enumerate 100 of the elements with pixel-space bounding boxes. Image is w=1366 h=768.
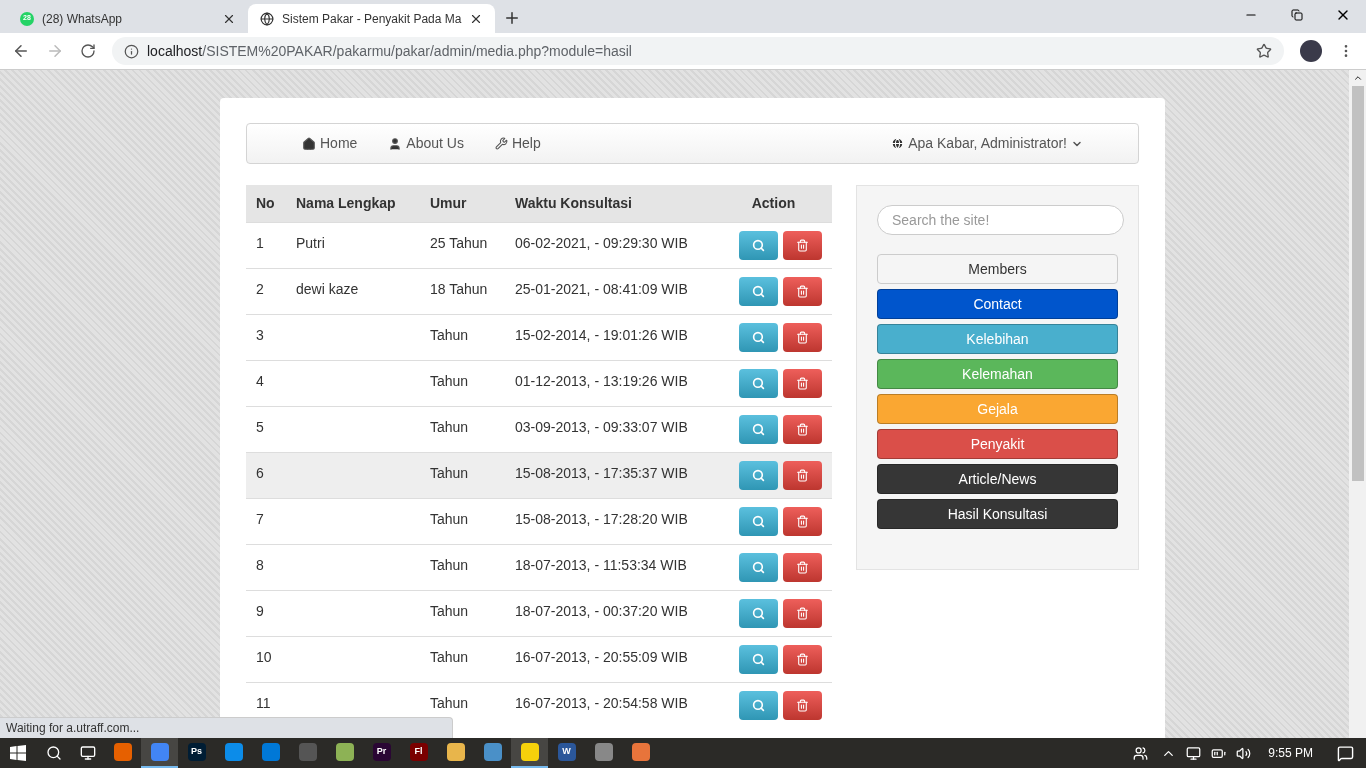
address-bar[interactable]: localhost/SISTEM%20PAKAR/pakarmu/pakar/admin/media.php?module=hasil: [112, 37, 1284, 65]
table-cell: 25 Tahun: [430, 235, 488, 251]
windows-logo-icon: [10, 745, 26, 761]
sidebar-menu-button[interactable]: Contact: [877, 289, 1118, 319]
taskbar-app[interactable]: Ps: [178, 738, 215, 768]
delete-button[interactable]: [783, 277, 822, 306]
delete-button[interactable]: [783, 231, 822, 260]
delete-button[interactable]: [783, 415, 822, 444]
trash-icon: [796, 331, 809, 344]
trash-icon: [796, 285, 809, 298]
sidebar-menu-button[interactable]: Hasil Konsultasi: [877, 499, 1118, 529]
view-button[interactable]: [739, 691, 778, 720]
taskbar-app[interactable]: [141, 738, 178, 768]
search-icon: [752, 377, 765, 390]
table-cell: 11: [256, 695, 271, 711]
column-header: Waktu Konsultasi: [514, 194, 633, 213]
delete-button[interactable]: [783, 323, 822, 352]
status-bar: Waiting for a.utraff.com...: [0, 717, 453, 738]
taskbar-app[interactable]: Pr: [363, 738, 400, 768]
view-button[interactable]: [739, 461, 778, 490]
table-cell: Tahun: [430, 419, 469, 435]
trash-icon: [796, 239, 809, 252]
table-cell: 1: [256, 235, 264, 251]
column-header: Umur: [429, 194, 468, 213]
view-button[interactable]: [739, 231, 778, 260]
search-icon: [752, 653, 765, 666]
trash-icon: [796, 515, 809, 528]
search-icon: [752, 331, 765, 344]
back-icon[interactable]: [12, 42, 30, 60]
app-icon: [224, 743, 243, 761]
delete-button[interactable]: [783, 461, 822, 490]
view-button[interactable]: [739, 277, 778, 306]
taskbar-app[interactable]: Fl: [400, 738, 437, 768]
search-icon: [752, 561, 765, 574]
table-cell: 16-07-2013, - 20:55:09 WIB: [515, 649, 688, 665]
view-button[interactable]: [739, 553, 778, 582]
notification-icon[interactable]: [1337, 744, 1354, 762]
restore-icon[interactable]: [1291, 9, 1303, 21]
app-icon: [335, 743, 354, 761]
avatar-icon[interactable]: [1300, 40, 1322, 62]
table-cell: 25-01-2021, - 08:41:09 WIB: [515, 281, 688, 297]
table-cell: 18 Tahun: [430, 281, 488, 297]
table-cell: 6: [256, 465, 264, 481]
browser-tab[interactable]: Sistem Pakar - Penyakit Pada Ma: [248, 4, 496, 33]
app-icon: [446, 743, 465, 761]
table-cell: Tahun: [430, 557, 469, 573]
table-cell: 15-08-2013, - 17:35:37 WIB: [515, 465, 688, 481]
scrollbar-thumb[interactable]: [1351, 86, 1364, 481]
star-icon[interactable]: [1256, 43, 1272, 59]
app-icon: [594, 743, 613, 761]
table-cell: 15-08-2013, - 17:28:20 WIB: [515, 511, 688, 527]
delete-button[interactable]: [783, 553, 822, 582]
app-icon: [113, 743, 132, 761]
network-icon[interactable]: [1186, 745, 1202, 761]
sidebar-menu-button[interactable]: Members: [877, 254, 1118, 284]
delete-button[interactable]: [783, 507, 822, 536]
nav-link[interactable]: About Us: [388, 133, 464, 154]
nav-link[interactable]: Help: [494, 133, 541, 154]
view-button[interactable]: [739, 369, 778, 398]
volume-icon[interactable]: [1236, 745, 1252, 761]
delete-button[interactable]: [783, 691, 822, 720]
user-menu[interactable]: Apa Kabar, Administrator!: [891, 133, 1083, 154]
sidebar-menu-button[interactable]: Article/News: [877, 464, 1118, 494]
search-field[interactable]: Search the site!: [877, 205, 1124, 235]
table-cell: Tahun: [430, 603, 469, 619]
reload-icon[interactable]: [80, 43, 96, 59]
clock[interactable]: 9:55 PM: [1268, 744, 1313, 762]
view-button[interactable]: [739, 507, 778, 536]
trash-icon: [796, 469, 809, 482]
column-header: Nama Lengkap: [295, 194, 397, 213]
trash-icon: [796, 561, 809, 574]
delete-button[interactable]: [783, 369, 822, 398]
delete-button[interactable]: [783, 599, 822, 628]
app-icon: Fl: [409, 743, 428, 761]
table-cell: Tahun: [430, 649, 469, 665]
taskbar-app[interactable]: [511, 738, 548, 768]
view-button[interactable]: [739, 415, 778, 444]
app-icon: [298, 743, 317, 761]
scroll-up-icon[interactable]: [1352, 73, 1363, 83]
nav-link[interactable]: Home: [302, 133, 358, 154]
taskbar-app[interactable]: W: [548, 738, 585, 768]
search-icon: [752, 285, 765, 298]
delete-button[interactable]: [783, 645, 822, 674]
table-cell: 01-12-2013, - 13:19:26 WIB: [515, 373, 688, 389]
people-icon[interactable]: [1133, 745, 1149, 761]
table-cell: 3: [256, 327, 264, 343]
table-cell: 18-07-2013, - 00:37:20 WIB: [515, 603, 688, 619]
app-icon: W: [557, 743, 576, 761]
view-button[interactable]: [739, 599, 778, 628]
view-button[interactable]: [739, 645, 778, 674]
table-cell: 06-02-2021, - 09:29:30 WIB: [515, 235, 688, 251]
table-cell: Putri: [296, 235, 325, 251]
sidebar-menu-button[interactable]: Penyakit: [877, 429, 1118, 459]
view-button[interactable]: [739, 323, 778, 352]
table-cell: Tahun: [430, 327, 469, 343]
table-cell: dewi kaze: [296, 281, 359, 297]
task-view-icon[interactable]: [80, 745, 96, 761]
search-icon: [752, 515, 765, 528]
table-cell: 8: [256, 557, 264, 573]
search-icon[interactable]: [46, 745, 62, 761]
